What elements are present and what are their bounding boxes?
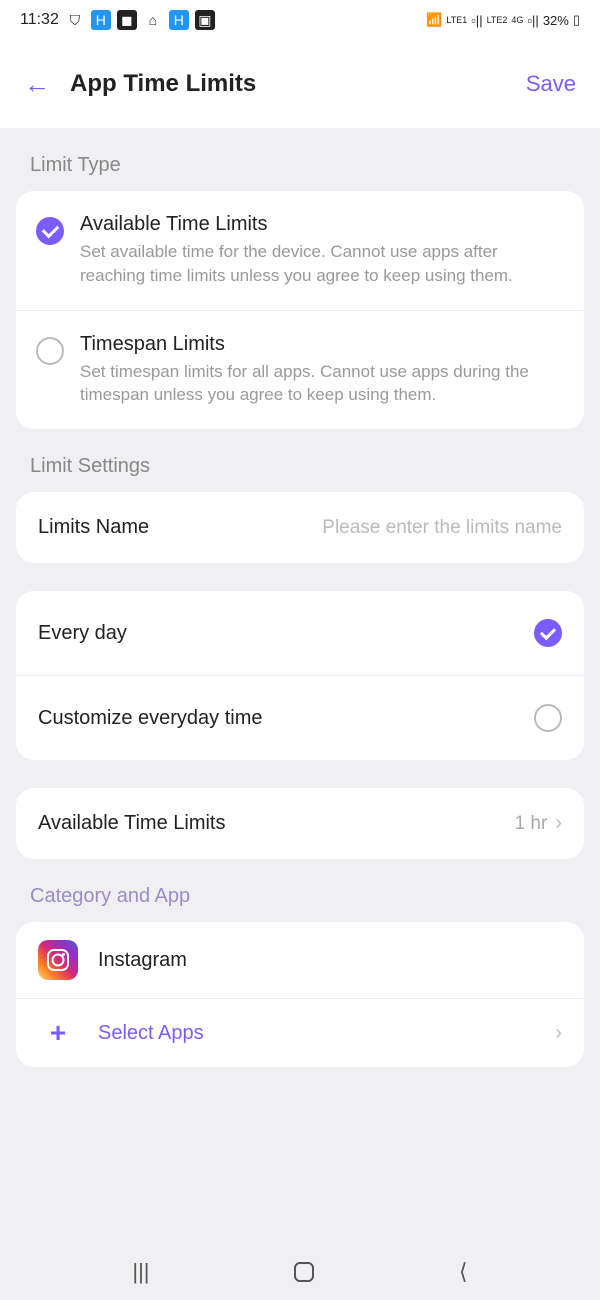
schedule-card: Every day Customize everyday time [16, 591, 584, 760]
status-left: 11:32 ⛉ H ◼ ⌂ H ▣ [20, 10, 215, 30]
radio-title: Timespan Limits [80, 333, 564, 356]
radio-title: Available Time Limits [80, 213, 564, 236]
limit-type-option-timespan[interactable]: Timespan Limits Set timespan limits for … [16, 311, 584, 430]
every-day-row[interactable]: Every day [16, 591, 584, 676]
signal-icon-2: ▫|| [527, 13, 538, 28]
app-name-label: Instagram [98, 949, 187, 972]
home-button[interactable] [294, 1262, 314, 1282]
select-apps-label: Select Apps [98, 1022, 535, 1045]
limit-type-card: Available Time Limits Set available time… [16, 191, 584, 429]
check-circle-checked-icon [534, 619, 562, 647]
limits-name-card: Limits Name [16, 492, 584, 563]
limits-name-row: Limits Name [16, 492, 584, 563]
limits-name-label: Limits Name [38, 516, 149, 539]
save-button[interactable]: Save [526, 71, 576, 97]
home-icon: ⌂ [143, 10, 163, 30]
available-time-row: Available Time Limits 1 hr › [16, 788, 584, 859]
status-time: 11:32 [20, 11, 59, 29]
status-bar: 11:32 ⛉ H ◼ ⌂ H ▣ 📶 LTE1 ▫|| LTE2 4G ▫||… [0, 0, 600, 40]
recent-apps-button[interactable]: ||| [132, 1259, 149, 1285]
app-icon-2: ◼ [117, 10, 137, 30]
available-time-card[interactable]: Available Time Limits 1 hr › [16, 788, 584, 859]
limit-settings-section-label: Limit Settings [16, 429, 584, 492]
radio-content: Available Time Limits Set available time… [80, 213, 564, 288]
battery-icon: ▯ [573, 12, 580, 28]
limits-name-input[interactable] [248, 517, 562, 539]
limit-type-option-available[interactable]: Available Time Limits Set available time… [16, 191, 584, 311]
header-left: ← App Time Limits [24, 69, 256, 100]
check-circle-unchecked-icon [534, 704, 562, 732]
back-arrow-icon[interactable]: ← [24, 69, 50, 100]
available-time-label: Available Time Limits [38, 812, 225, 835]
radio-unchecked-icon [36, 337, 64, 365]
lte2-label: LTE2 [487, 15, 508, 25]
available-time-value-group: 1 hr › [515, 812, 562, 835]
category-app-card: Instagram + Select Apps › [16, 922, 584, 1067]
battery-text: 32% [543, 13, 569, 28]
plus-icon: + [38, 1017, 78, 1049]
wifi-icon: 📶 [426, 12, 442, 28]
app-header: ← App Time Limits Save [0, 40, 600, 128]
page-title: App Time Limits [70, 70, 256, 98]
chevron-right-icon: › [555, 812, 562, 835]
shield-icon: ⛉ [65, 10, 85, 30]
chevron-right-icon: › [555, 1022, 562, 1045]
available-time-value: 1 hr [515, 813, 548, 835]
app-icon-3: H [169, 10, 189, 30]
radio-desc: Set available time for the device. Canno… [80, 240, 564, 288]
instagram-icon [38, 940, 78, 980]
app-row-instagram[interactable]: Instagram [16, 922, 584, 999]
navigation-bar: ||| ⟨ [0, 1244, 600, 1300]
app-icon-1: H [91, 10, 111, 30]
radio-content: Timespan Limits Set timespan limits for … [80, 333, 564, 408]
category-section-label: Category and App [16, 859, 584, 922]
customize-label: Customize everyday time [38, 707, 263, 730]
customize-row[interactable]: Customize everyday time [16, 676, 584, 760]
signal-icon-1: ▫|| [471, 13, 482, 28]
limit-type-section-label: Limit Type [16, 128, 584, 191]
every-day-label: Every day [38, 622, 127, 645]
content: Limit Type Available Time Limits Set ava… [0, 128, 600, 1067]
signal-4g: 4G [511, 15, 523, 25]
select-apps-row[interactable]: + Select Apps › [16, 999, 584, 1067]
radio-checked-icon [36, 217, 64, 245]
image-icon: ▣ [195, 10, 215, 30]
status-right: 📶 LTE1 ▫|| LTE2 4G ▫|| 32% ▯ [426, 12, 580, 28]
radio-desc: Set timespan limits for all apps. Cannot… [80, 360, 564, 408]
back-button[interactable]: ⟨ [459, 1259, 468, 1285]
lte1-label: LTE1 [446, 15, 467, 25]
